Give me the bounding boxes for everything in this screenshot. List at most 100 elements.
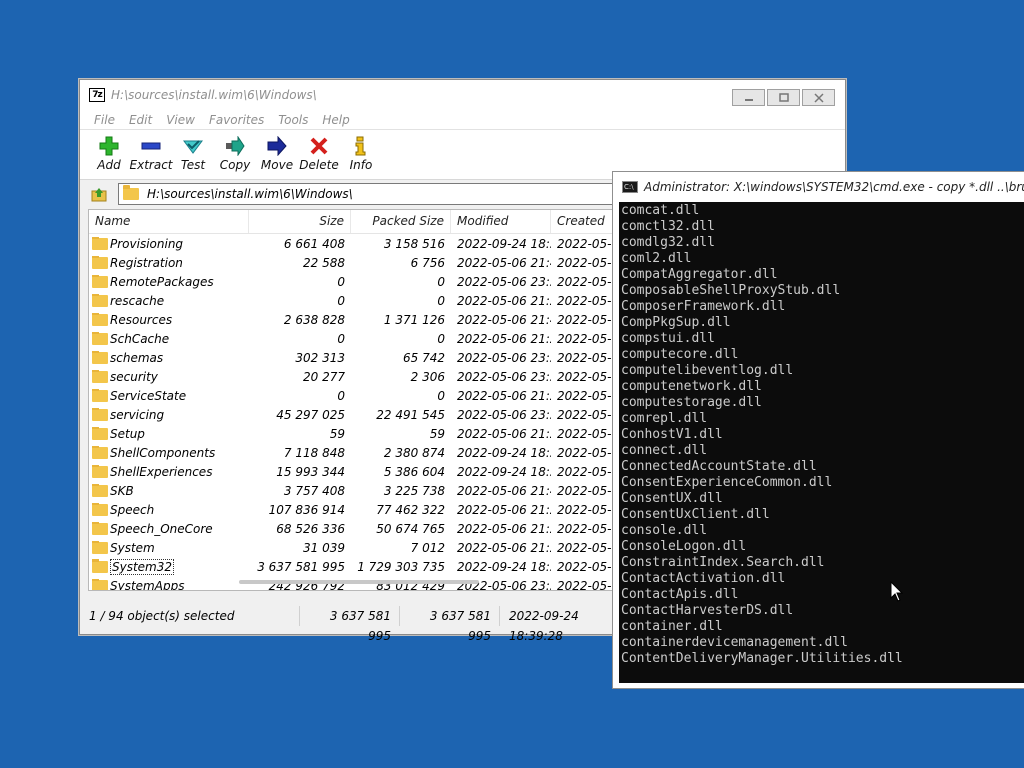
mouse-cursor-icon [890,581,904,602]
info-button[interactable]: Info [340,130,382,179]
row-size: 2 638 828 [283,312,345,327]
column-size[interactable]: Size [249,210,351,233]
row-size: 0 [337,388,345,403]
info-icon [350,136,372,156]
row-modified: 2022-05-06 21:24 [457,388,551,403]
row-modified: 2022-05-06 21:24 [457,502,551,517]
up-folder-button[interactable] [90,185,108,203]
folder-icon [92,331,108,345]
folder-icon [92,274,108,288]
horizontal-scrollbar[interactable] [239,580,479,584]
title-bar[interactable]: 7z H:\sources\install.wim\6\Windows\ [80,80,845,110]
row-name: security [89,369,249,384]
row-packed-size: 2 380 874 [383,445,445,460]
folder-icon [92,369,108,383]
minimize-button[interactable] [732,89,765,106]
column-packed-size[interactable]: Packed Size [351,210,451,233]
row-size: 7 118 848 [283,445,345,460]
row-name: schemas [89,350,249,365]
row-size: 22 588 [303,255,345,270]
row-size: 0 [337,331,345,346]
row-size: 20 277 [303,369,345,384]
extract-button[interactable]: Extract [130,130,173,179]
maximize-button[interactable] [767,89,800,106]
window-title: H:\sources\install.wim\6\Windows\ [111,88,317,102]
row-modified: 2022-05-06 21:24 [457,521,551,536]
cmd-output[interactable]: comcat.dll comctl32.dll comdlg32.dll coml2.… [619,202,1024,683]
cmd-line: console.dll [621,523,708,538]
status-selection: 1 / 94 object(s) selected [80,606,300,626]
row-packed-size: 6 756 [410,255,445,270]
cmd-line: ContentDeliveryManager.Utilities.dll [621,651,903,666]
move-button[interactable]: Move [256,130,298,179]
row-name: System32 [89,558,249,575]
row-size: 107 836 914 [268,502,345,517]
up-folder-icon [91,188,107,202]
row-name: Resources [89,312,249,327]
row-modified: 2022-05-06 21:28 [457,426,551,441]
row-modified: 2022-09-24 18:39 [457,464,551,479]
cmd-title-bar[interactable]: C:\ Administrator: X:\windows\SYSTEM32\c… [613,172,1024,202]
column-modified[interactable]: Modified [451,210,551,233]
row-packed-size: 0 [437,274,445,289]
cmd-line: ConhostV1.dll [621,427,723,442]
row-size: 3 637 581 995 [257,559,345,574]
move-icon [266,136,288,156]
row-size: 0 [337,293,345,308]
cmd-line: ContactHarvesterDS.dll [621,603,794,618]
row-packed-size: 1 371 126 [383,312,445,327]
row-modified: 2022-05-06 23:30 [457,407,551,422]
cmd-line: computenetwork.dll [621,379,762,394]
row-size: 6 661 408 [283,236,345,251]
row-size: 59 [329,426,345,441]
folder-icon [123,185,139,200]
path-input[interactable]: H:\sources\install.wim\6\Windows\ [118,183,618,205]
row-packed-size: 1 729 303 735 [357,559,445,574]
row-name: servicing [89,407,249,422]
menu-help[interactable]: Help [322,113,349,127]
menu-view[interactable]: View [166,113,195,127]
row-packed-size: 5 386 604 [383,464,445,479]
add-icon [98,136,120,156]
folder-icon [92,558,108,573]
row-name: Speech [89,502,249,517]
cmd-line: comdlg32.dll [621,235,715,250]
row-name: SystemApps [89,578,249,590]
column-name[interactable]: Name [89,210,249,233]
folder-icon [92,312,108,326]
cmd-line: ContactActivation.dll [621,571,786,586]
copy-button[interactable]: Copy [214,130,256,179]
row-modified: 2022-05-06 21:24 [457,293,551,308]
folder-icon [92,236,108,250]
cmd-line: ContactApis.dll [621,587,739,602]
row-packed-size: 0 [437,293,445,308]
menu-favorites[interactable]: Favorites [209,113,264,127]
close-button[interactable] [802,89,835,106]
menu-tools[interactable]: Tools [278,113,308,127]
row-packed-size: 3 158 516 [383,236,445,251]
cmd-line: comcat.dll [621,203,700,218]
folder-icon [92,502,108,516]
delete-icon [308,136,330,156]
row-name: rescache [89,293,249,308]
row-modified: 2022-09-24 18:39 [457,236,551,251]
cmd-window[interactable]: C:\ Administrator: X:\windows\SYSTEM32\c… [612,171,1024,689]
cmd-line: container.dll [621,619,723,634]
delete-button[interactable]: Delete [298,130,340,179]
cmd-icon: C:\ [622,181,638,193]
cmd-line: ConsoleLogon.dll [621,539,747,554]
add-button[interactable]: Add [88,130,130,179]
menu-edit[interactable]: Edit [129,113,152,127]
folder-icon [92,388,108,402]
menu-file[interactable]: File [94,113,115,127]
cmd-line: computecore.dll [621,347,739,362]
folder-icon [92,445,108,459]
cmd-line: comctl32.dll [621,219,715,234]
cmd-line: CompPkgSup.dll [621,315,731,330]
row-size: 68 526 336 [276,521,345,536]
row-name: RemotePackages [89,274,249,289]
test-button[interactable]: Test [172,130,214,179]
row-packed-size: 65 742 [403,350,445,365]
folder-icon [92,521,108,535]
row-name: System [89,540,249,555]
